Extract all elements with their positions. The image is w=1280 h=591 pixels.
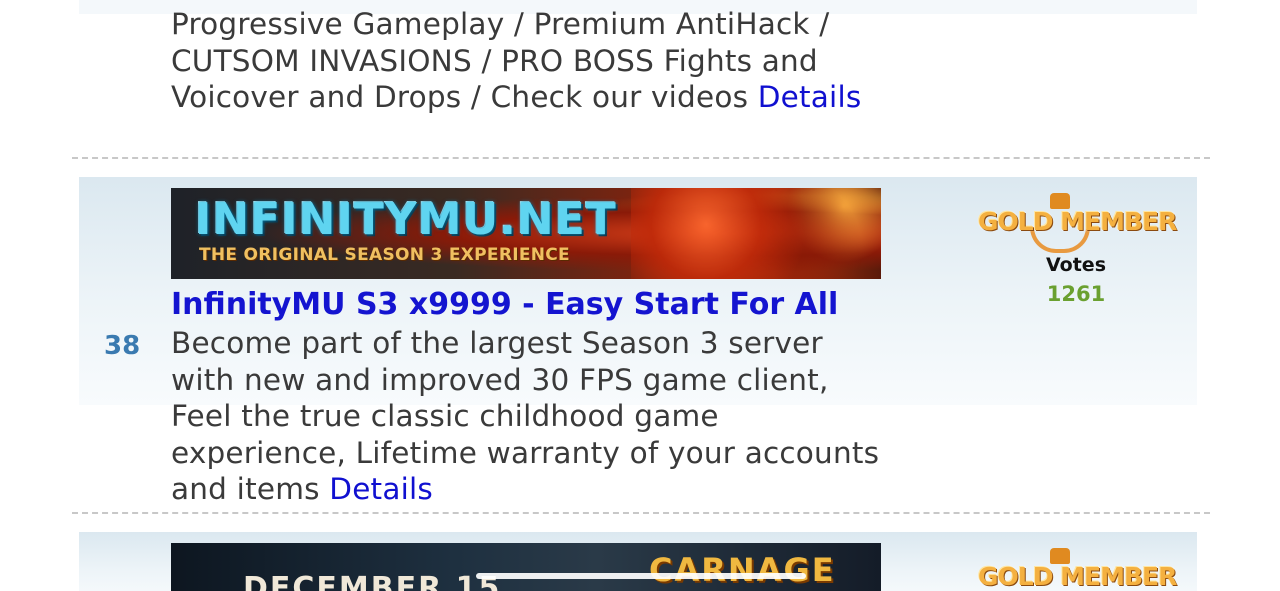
votes-label: Votes	[1046, 254, 1106, 276]
server-description: Become part of the largest Season 3 serv…	[171, 325, 891, 508]
previous-description-line: CUTSOM INVASIONS / PRO BOSS Fights and	[171, 43, 818, 78]
dragon-artwork	[631, 188, 881, 279]
row-divider	[72, 512, 1210, 514]
row-divider	[72, 157, 1210, 159]
next-banner-name: CARNAGE	[649, 551, 836, 589]
previous-description-line: Progressive Gameplay / Premium AntiHack …	[171, 7, 830, 41]
previous-details-link[interactable]: Details	[758, 80, 862, 114]
next-gold-member-badge: GOLD MEMBER	[978, 548, 1177, 591]
gold-member-label: GOLD MEMBER	[978, 207, 1177, 236]
banner-subtitle: THE ORIGINAL SEASON 3 EXPERIENCE	[199, 245, 570, 265]
next-gold-member-label: GOLD MEMBER	[978, 562, 1177, 591]
votes-count: 1261	[1046, 282, 1106, 306]
server-title-link[interactable]: InfinityMU S3 x9999 - Easy Start For All	[171, 287, 838, 322]
scroll-indicator[interactable]	[476, 573, 806, 579]
server-description-text: Become part of the largest Season 3 serv…	[171, 326, 880, 506]
server-list-page: Progressive Gameplay / Premium AntiHack …	[0, 0, 1280, 591]
server-banner[interactable]: INFINITYMU.NET THE ORIGINAL SEASON 3 EXP…	[171, 188, 881, 279]
next-banner-date: DECEMBER 15	[243, 571, 502, 591]
gold-member-badge: GOLD MEMBER	[978, 193, 1177, 255]
next-server-banner[interactable]: DECEMBER 15 CARNAGE	[171, 543, 881, 591]
server-rank: 38	[104, 331, 141, 361]
previous-description-line: Voicover and Drops / Check our videos De…	[171, 80, 862, 114]
server-details-link[interactable]: Details	[329, 472, 433, 506]
banner-title: INFINITYMU.NET	[195, 194, 617, 245]
previous-entry-description: Progressive Gameplay / Premium AntiHack …	[171, 6, 891, 116]
